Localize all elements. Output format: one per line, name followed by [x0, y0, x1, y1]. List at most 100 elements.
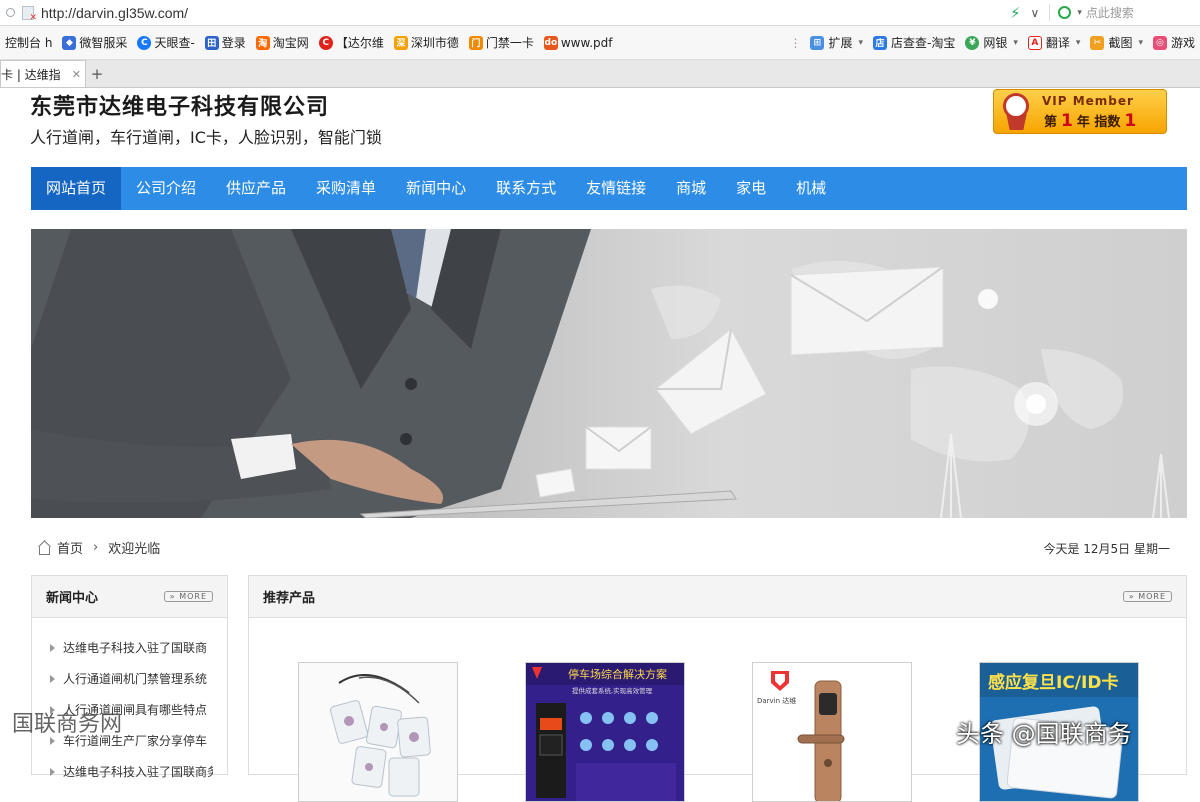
new-tab-button[interactable]: +: [86, 60, 108, 87]
recommend-more-button[interactable]: » MORE: [1122, 591, 1172, 602]
bookmark-label: 淘宝网: [272, 36, 309, 50]
bookmark-label: 门禁一卡: [485, 36, 534, 50]
tab-strip: 卡 | 达维指 ✕ +: [0, 60, 1200, 88]
recommend-panel-header: 推荐产品 » MORE: [249, 576, 1186, 618]
speed-mode-icon[interactable]: ⚡: [1010, 4, 1021, 22]
parking-banner-title: 停车场综合解决方案: [568, 667, 667, 681]
news-more-button[interactable]: » MORE: [163, 591, 213, 602]
bookmark-item[interactable]: do www.pdf: [539, 35, 618, 50]
product-thumb-keyfob[interactable]: [298, 662, 458, 802]
current-date: 今天是 12月5日 星期一: [1043, 542, 1170, 556]
address-bar: http://darvin.gl35w.com/ ⚡ ∨ ▾ 点此搜索: [0, 0, 1200, 26]
nav-products[interactable]: 供应产品: [211, 167, 301, 210]
bank-icon: ¥: [965, 35, 980, 50]
security-warning-icon[interactable]: [21, 5, 37, 23]
news-item-title[interactable]: 达维电子科技入驻了国联商: [63, 639, 207, 656]
scissors-icon: ✂: [1090, 35, 1105, 50]
chevron-down-icon: ▾: [1013, 37, 1018, 48]
bookmark-favicon-icon: ◆: [62, 35, 77, 50]
hero-banner: [31, 229, 1187, 518]
nav-news[interactable]: 新闻中心: [391, 167, 481, 210]
chevron-down-icon: ▾: [1075, 37, 1081, 48]
card-banner-title: 感应复旦IC/ID卡: [988, 672, 1118, 693]
bank-button[interactable]: ¥ 网银 ▾: [960, 34, 1023, 51]
vip-label: VIP Member: [1042, 94, 1134, 108]
bullet-arrow-icon: [50, 643, 55, 652]
toolbar-label: 翻译: [1045, 36, 1070, 50]
chevron-down-icon[interactable]: ▾: [1077, 8, 1082, 18]
bookmark-favicon-icon: C: [137, 35, 152, 50]
bullet-arrow-icon: [50, 674, 55, 683]
news-item[interactable]: 达维电子科技入驻了国联商: [50, 632, 213, 663]
chevron-down-icon[interactable]: ∨: [1031, 6, 1040, 20]
nav-contact[interactable]: 联系方式: [481, 167, 571, 210]
bullet-arrow-icon: [50, 767, 55, 776]
translate-icon: A: [1027, 35, 1042, 50]
product-image-parking: 停车场综合解决方案 提供成套系统,实现高效管理: [526, 663, 684, 801]
news-item-title[interactable]: 达维电子科技入驻了国联商务: [63, 763, 213, 780]
nav-purchase[interactable]: 采购清单: [301, 167, 391, 210]
bookmark-label: 登录: [221, 36, 246, 50]
tab-active[interactable]: 卡 | 达维指 ✕: [0, 60, 86, 87]
product-thumb-lock[interactable]: Darvin 达维: [752, 662, 912, 802]
bookmark-item[interactable]: 淘淘宝网: [251, 34, 314, 51]
bookmark-label: 微智服采: [79, 36, 128, 50]
chevron-down-icon: ▾: [1138, 37, 1143, 48]
bookmark-item[interactable]: ◆ 微智服采: [57, 34, 132, 51]
breadcrumb-current: 欢迎光临: [108, 542, 161, 557]
bookmark-item[interactable]: 门门禁一卡: [464, 34, 539, 51]
bookmark-favicon-icon: 淘: [255, 35, 270, 50]
close-icon[interactable]: ✕: [72, 68, 81, 81]
vip-prefix: 第: [1044, 115, 1058, 130]
bookmark-item[interactable]: 田登录: [200, 34, 251, 51]
gamepad-icon: ◎: [1152, 35, 1167, 50]
search-input[interactable]: 点此搜索: [1086, 4, 1134, 21]
product-image-keyfob: [299, 663, 457, 801]
product-thumb-parking[interactable]: 停车场综合解决方案 提供成套系统,实现高效管理: [525, 662, 685, 802]
bookmark-label: 控制台 h: [5, 36, 53, 50]
recommend-panel-title: 推荐产品: [263, 591, 316, 606]
shop-check-button[interactable]: 店店查查-淘宝: [868, 34, 960, 51]
bookmark-item[interactable]: C 【达尔维: [314, 34, 389, 51]
company-name: 东莞市达维电子科技有限公司: [30, 95, 330, 120]
page-status-icon: [6, 8, 15, 17]
news-item[interactable]: 人行通道闸机门禁管理系统: [50, 663, 213, 694]
bookmark-favicon-icon: C: [318, 35, 333, 50]
tab-title: 卡 | 达维指: [1, 67, 61, 82]
news-panel: 新闻中心 » MORE 达维电子科技入驻了国联商 人行通道闸机门禁管理系统 人行…: [31, 575, 228, 779]
bookmark-label: 深圳市德: [410, 36, 459, 50]
games-button[interactable]: ◎ 游戏: [1148, 34, 1200, 51]
search-box[interactable]: ▾ 点此搜索: [1049, 4, 1134, 21]
vip-member-badge: VIP Member 第1年 指数 1: [993, 89, 1167, 134]
news-list: 达维电子科技入驻了国联商 人行通道闸机门禁管理系统 人行通道闸闸具有哪些特点 车…: [32, 618, 227, 787]
bookmark-label: www.pdf: [560, 35, 613, 50]
product-image-lock: Darvin 达维: [753, 663, 911, 801]
nav-home[interactable]: 网站首页: [31, 167, 122, 210]
url-field[interactable]: http://darvin.gl35w.com/: [41, 5, 188, 21]
shop-icon: 店: [873, 35, 887, 50]
toolbar-separator-icon: ⋮: [789, 35, 802, 50]
news-panel-title: 新闻中心: [46, 591, 99, 606]
breadcrumb: 首页 › 欢迎光临: [37, 538, 160, 557]
bookmark-favicon-icon: 田: [204, 35, 219, 50]
toolbar-label: 截图: [1108, 36, 1133, 50]
bookmark-item[interactable]: C 天眼查-: [132, 34, 199, 51]
extensions-button[interactable]: ⊞ 扩展 ▾: [805, 34, 868, 51]
breadcrumb-home-link[interactable]: 首页: [57, 538, 83, 557]
news-panel-header: 新闻中心 » MORE: [32, 576, 227, 618]
screenshot-button[interactable]: ✂ 截图 ▾: [1085, 34, 1148, 51]
extensions-icon: ⊞: [810, 35, 825, 50]
bookmark-item[interactable]: 控制台 h: [0, 34, 57, 51]
nav-mall[interactable]: 商城: [661, 167, 721, 210]
translate-button[interactable]: A 翻译 ▾: [1023, 34, 1086, 51]
nav-appliances[interactable]: 家电: [721, 167, 781, 210]
news-item-title[interactable]: 人行通道闸机门禁管理系统: [63, 670, 207, 687]
home-icon: [37, 542, 51, 555]
search-engine-icon[interactable]: [1058, 6, 1072, 19]
news-item[interactable]: 达维电子科技入驻了国联商务: [50, 756, 213, 787]
bookmark-item[interactable]: 深深圳市德: [389, 34, 464, 51]
nav-about[interactable]: 公司介绍: [121, 167, 211, 210]
nav-machinery[interactable]: 机械: [781, 167, 841, 210]
nav-links[interactable]: 友情链接: [571, 167, 661, 210]
bookmark-label: 【达尔维: [335, 36, 384, 50]
